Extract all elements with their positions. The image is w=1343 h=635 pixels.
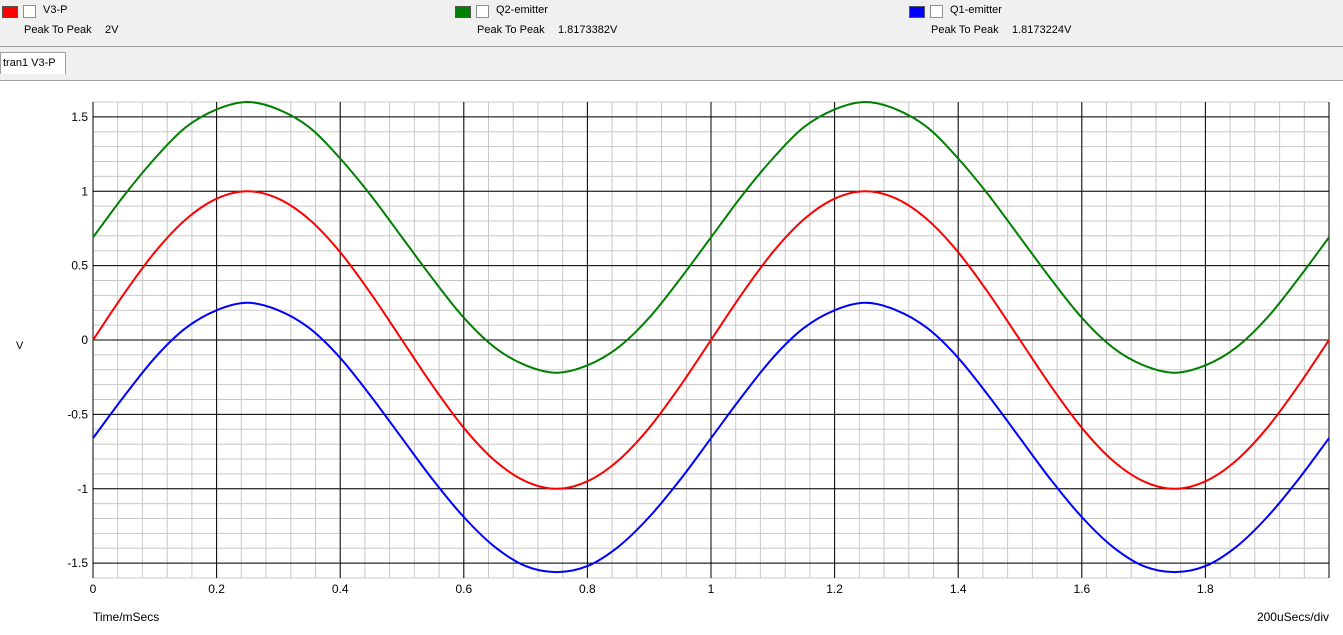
y-tick-label: -1.5 [67, 556, 88, 570]
x-tick-label: 1.2 [826, 582, 843, 596]
tick-labels: 0 0.2 0.4 0.6 0.8 1 1.2 1.4 1.6 1.8 1.5 1 0.5 0 -0.5 -1… [67, 110, 1214, 596]
x-tick-label: 0.2 [208, 582, 225, 596]
y-tick-label: -0.5 [67, 407, 88, 421]
series-visibility-checkbox[interactable] [23, 5, 36, 18]
x-tick-label: 1.8 [1197, 582, 1214, 596]
y-tick-label: 0 [81, 333, 88, 347]
peak-to-peak-label: Peak To Peak [931, 24, 999, 36]
tab-tran1-v3-p[interactable]: tran1 V3-P [0, 52, 66, 74]
x-tick-label: 0.8 [579, 582, 596, 596]
legend-bar: V3-P Peak To Peak 2V Q2-emitter Peak To … [0, 0, 1343, 47]
x-axis-label: Time/mSecs [93, 610, 160, 624]
series-name: Q1-emitter [950, 4, 1002, 16]
tab-strip: tran1 V3-P [0, 47, 1343, 81]
x-tick-label: 0.4 [332, 582, 349, 596]
x-tick-label: 1 [708, 582, 715, 596]
peak-to-peak-value: 2V [105, 24, 119, 36]
y-tick-label: -1 [77, 482, 88, 496]
peak-to-peak-value: 1.8173382V [558, 24, 618, 36]
y-axis-label: V [16, 340, 24, 352]
x-tick-label: 0.6 [455, 582, 472, 596]
peak-to-peak-label: Peak To Peak [24, 24, 92, 36]
y-tick-label: 1 [81, 184, 88, 198]
peak-to-peak-label: Peak To Peak [477, 24, 545, 36]
x-tick-label: 0 [90, 582, 97, 596]
plot-area[interactable]: 0 0.2 0.4 0.6 0.8 1 1.2 1.4 1.6 1.8 1.5 1 0.5 0 -0.5 -1… [0, 81, 1343, 635]
series-name: Q2-emitter [496, 4, 548, 16]
series-visibility-checkbox[interactable] [930, 5, 943, 18]
series-name: V3-P [43, 4, 68, 16]
series-color-swatch[interactable] [455, 6, 471, 18]
x-tick-label: 1.6 [1073, 582, 1090, 596]
y-tick-label: 1.5 [71, 110, 88, 124]
peak-to-peak-value: 1.8173224V [1012, 24, 1072, 36]
time-scale-label: 200uSecs/div [1256, 610, 1329, 624]
series-visibility-checkbox[interactable] [476, 5, 489, 18]
series-color-swatch[interactable] [909, 6, 925, 18]
y-tick-label: 0.5 [71, 259, 88, 273]
x-tick-label: 1.4 [950, 582, 967, 596]
series-color-swatch[interactable] [2, 6, 18, 18]
